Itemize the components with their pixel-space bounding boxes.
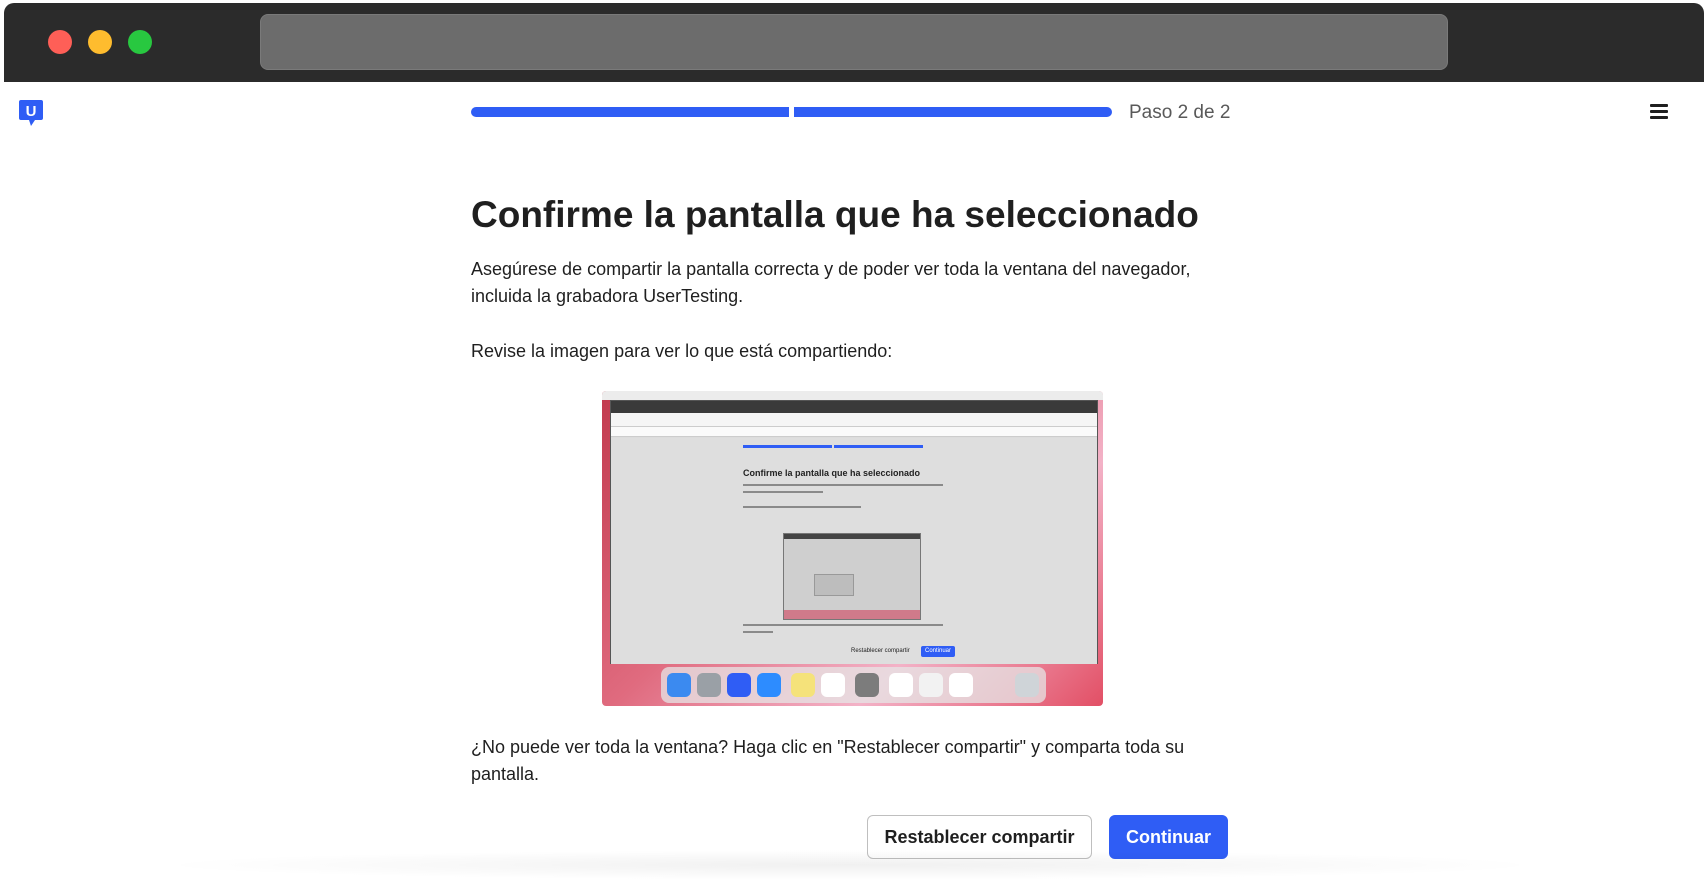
preview-continue-button: Continuar (921, 646, 956, 657)
progress-segment-1 (471, 107, 789, 117)
preview-menubar (602, 391, 1103, 400)
close-window-button[interactable] (48, 30, 72, 54)
preview-title: Confirme la pantalla que ha seleccionado (743, 468, 921, 478)
review-prompt-text: Revise la imagen para ver lo que está co… (471, 341, 893, 361)
preview-reset-button: Restablecer compartir (851, 648, 910, 654)
help-text: ¿No puede ver toda la ventana? Haga clic… (471, 737, 1185, 784)
preview-dock (661, 667, 1046, 703)
step-indicator: Paso 2 de 2 (1129, 102, 1231, 123)
bottom-shadow (150, 850, 1550, 880)
address-bar[interactable] (260, 14, 1448, 70)
step-progress-bar (471, 107, 1112, 117)
svg-text:U: U (26, 103, 37, 120)
minimize-window-button[interactable] (88, 30, 112, 54)
instruction-text: Asegúrese de compartir la pantalla corre… (471, 259, 1191, 306)
usertesting-logo-icon: U (18, 98, 44, 128)
page-title: Confirme la pantalla que ha seleccionado (471, 194, 1199, 235)
screen-share-preview: Confirme la pantalla que ha seleccionado… (602, 391, 1103, 706)
preview-nested-screen (783, 533, 921, 620)
hamburger-menu-icon[interactable] (1650, 104, 1668, 122)
title-bar (4, 3, 1704, 82)
preview-browser: Confirme la pantalla que ha seleccionado… (610, 400, 1098, 664)
progress-segment-2 (794, 107, 1112, 117)
zoom-window-button[interactable] (128, 30, 152, 54)
